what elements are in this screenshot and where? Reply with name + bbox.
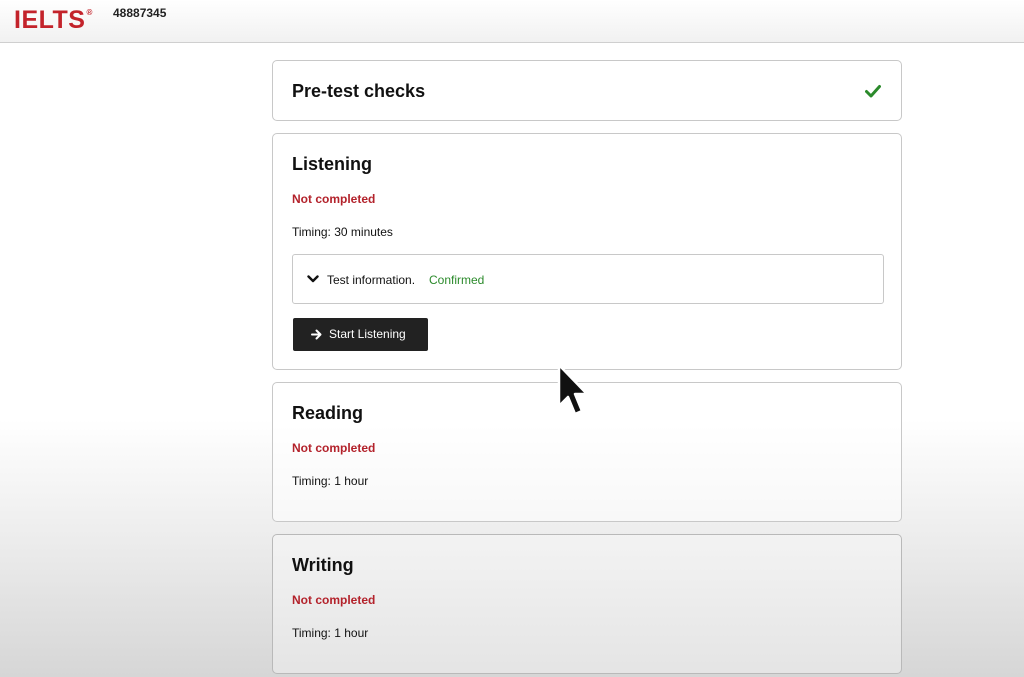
writing-timing: Timing: 1 hour — [292, 626, 369, 640]
test-information-toggle[interactable]: Test information. Confirmed — [292, 254, 884, 304]
start-listening-button[interactable]: Start Listening — [293, 318, 428, 351]
listening-status: Not completed — [292, 192, 376, 206]
arrow-right-icon — [311, 329, 322, 340]
reading-status: Not completed — [292, 441, 376, 455]
writing-status: Not completed — [292, 593, 376, 607]
reading-timing: Timing: 1 hour — [292, 474, 369, 488]
candidate-number: 48887345 — [113, 6, 167, 20]
ielts-logo: IELTS® — [14, 6, 93, 34]
test-information-label: Test information. — [327, 273, 416, 287]
pretest-card[interactable]: Pre-test checks — [272, 60, 902, 121]
start-listening-label: Start Listening — [329, 327, 406, 341]
top-bar: IELTS® 48887345 — [0, 0, 1024, 43]
writing-title: Writing — [292, 555, 354, 575]
listening-card: Listening Not completed Timing: 30 minut… — [272, 133, 902, 370]
listening-title: Listening — [292, 154, 372, 174]
pretest-title: Pre-test checks — [292, 81, 426, 101]
reading-title: Reading — [292, 403, 364, 423]
confirmed-status: Confirmed — [429, 273, 485, 287]
check-icon — [865, 85, 881, 98]
listening-timing: Timing: 30 minutes — [292, 225, 393, 239]
chevron-down-icon — [307, 275, 319, 283]
writing-card: Writing Not completed Timing: 1 hour — [272, 534, 902, 674]
mouse-cursor-icon — [557, 363, 589, 416]
